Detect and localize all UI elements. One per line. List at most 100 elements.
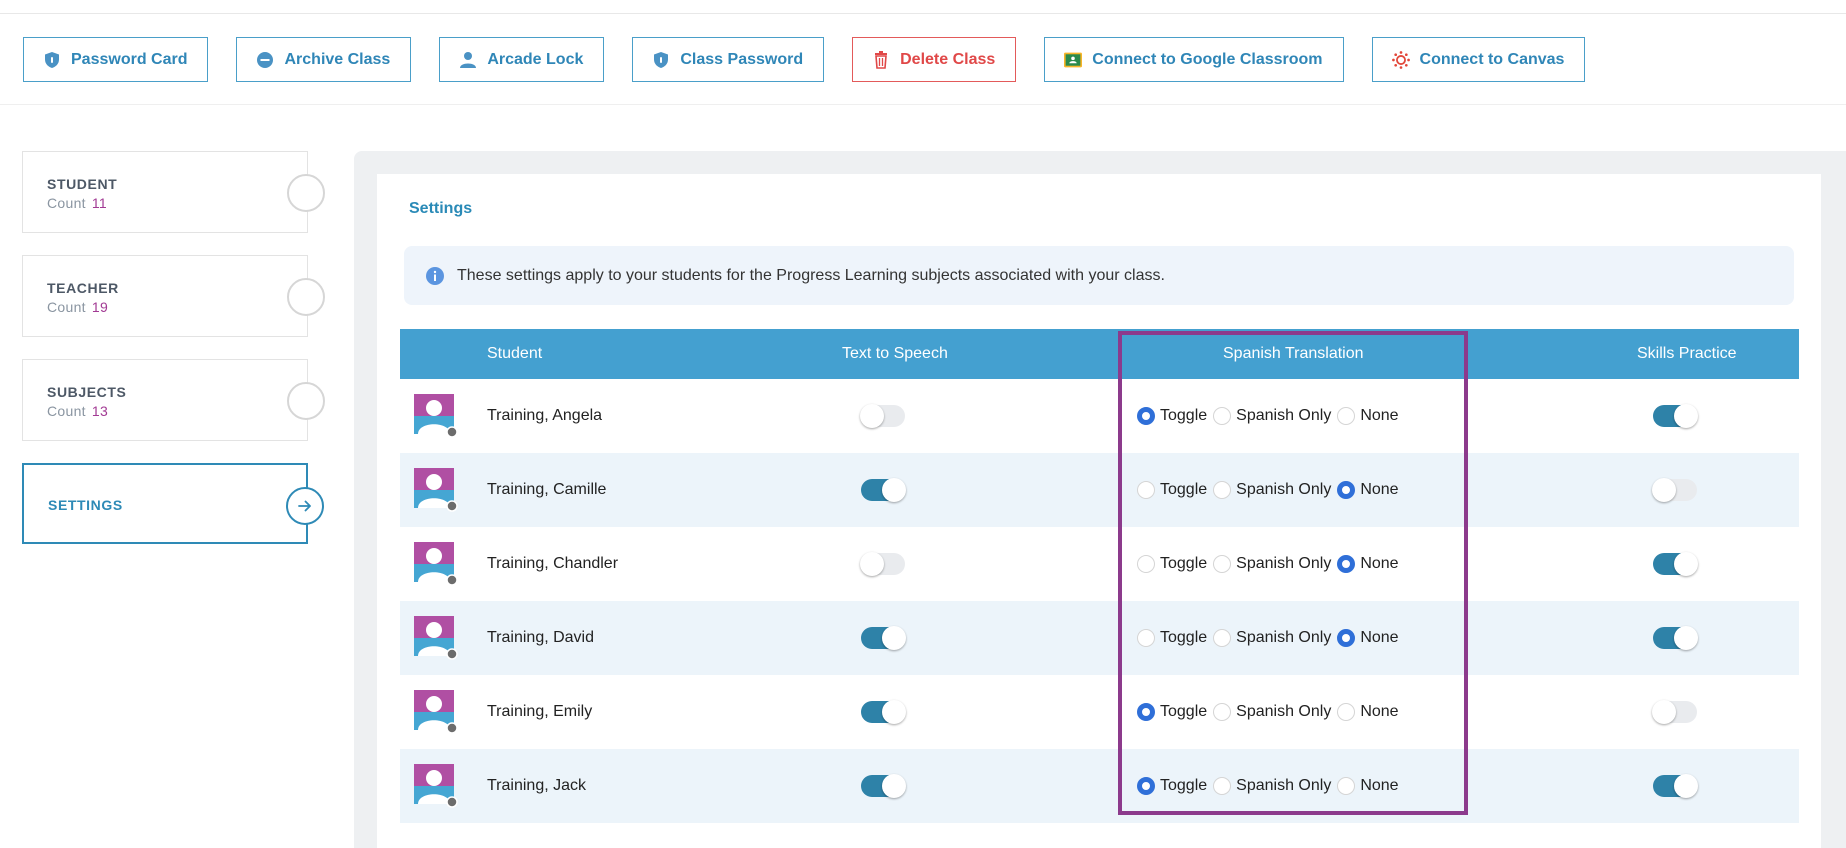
radio-button[interactable] bbox=[1137, 703, 1155, 721]
radio-option-spanish-only[interactable]: Spanish Only bbox=[1213, 703, 1331, 721]
radio-label: Toggle bbox=[1160, 777, 1208, 794]
sidebar-card-count: Count 13 bbox=[47, 403, 109, 419]
skills-practice-toggle[interactable] bbox=[1653, 552, 1698, 576]
text-to-speech-toggle[interactable] bbox=[861, 478, 906, 502]
table-header: Student Text to Speech Spanish Translati… bbox=[400, 329, 1799, 379]
toolbar-divider bbox=[0, 104, 1846, 105]
skills-practice-toggle[interactable] bbox=[1652, 478, 1697, 502]
skills-practice-toggle[interactable] bbox=[1653, 404, 1698, 428]
table-row: Training, Angela Toggle Spanish Only None bbox=[400, 379, 1799, 453]
sidebar-card-settings[interactable]: SETTINGS bbox=[22, 463, 324, 544]
skills-practice-toggle[interactable] bbox=[1653, 626, 1698, 650]
spanish-translation-radio-group: Toggle Spanish Only None bbox=[1137, 775, 1405, 797]
avatar bbox=[414, 616, 458, 660]
connect-to-canvas-button[interactable]: Connect to Canvas bbox=[1371, 37, 1586, 82]
radio-label: None bbox=[1360, 407, 1399, 424]
radio-option-toggle[interactable]: Toggle bbox=[1137, 777, 1207, 795]
radio-option-none[interactable]: None bbox=[1337, 407, 1399, 425]
radio-label: Spanish Only bbox=[1236, 481, 1332, 498]
class-toolbar: Password Card Archive Class Arcade Lock Cla… bbox=[23, 37, 1586, 82]
avatar bbox=[414, 542, 458, 586]
radio-option-toggle[interactable]: Toggle bbox=[1137, 555, 1207, 573]
radio-button[interactable] bbox=[1337, 407, 1356, 425]
radio-button[interactable] bbox=[1137, 555, 1155, 573]
radio-label: Spanish Only bbox=[1236, 777, 1332, 794]
radio-label: None bbox=[1360, 481, 1399, 498]
class-password-button[interactable]: Class Password bbox=[632, 37, 825, 82]
sidebar-card-title: TEACHER bbox=[47, 280, 119, 296]
text-to-speech-toggle[interactable] bbox=[861, 774, 906, 798]
delete-class-button[interactable]: Delete Class bbox=[852, 37, 1017, 82]
radio-option-spanish-only[interactable]: Spanish Only bbox=[1213, 555, 1331, 573]
radio-button[interactable] bbox=[1137, 777, 1155, 795]
radio-button[interactable] bbox=[1337, 555, 1356, 573]
toolbar-button-label: Archive Class bbox=[284, 50, 391, 68]
student-name: Training, Chandler bbox=[487, 555, 619, 572]
step-circle-icon bbox=[287, 278, 325, 316]
radio-option-toggle[interactable]: Toggle bbox=[1137, 407, 1207, 425]
radio-button[interactable] bbox=[1137, 629, 1155, 647]
radio-option-toggle[interactable]: Toggle bbox=[1137, 703, 1207, 721]
spanish-translation-radio-group: Toggle Spanish Only None bbox=[1137, 479, 1405, 501]
info-banner: These settings apply to your students fo… bbox=[404, 246, 1794, 305]
radio-label: None bbox=[1360, 629, 1399, 646]
password-card-button[interactable]: Password Card bbox=[23, 37, 209, 82]
text-to-speech-toggle[interactable] bbox=[860, 404, 905, 428]
text-to-speech-toggle[interactable] bbox=[860, 552, 905, 576]
radio-button[interactable] bbox=[1137, 407, 1155, 425]
radio-option-none[interactable]: None bbox=[1337, 481, 1399, 499]
radio-label: Toggle bbox=[1160, 481, 1208, 498]
radio-option-none[interactable]: None bbox=[1337, 555, 1399, 573]
radio-button[interactable] bbox=[1213, 629, 1232, 647]
table-row: Training, Camille Toggle Spanish Only None bbox=[400, 453, 1799, 527]
toolbar-button-label: Connect to Google Classroom bbox=[1092, 50, 1323, 68]
radio-label: Spanish Only bbox=[1236, 703, 1332, 720]
radio-option-spanish-only[interactable]: Spanish Only bbox=[1213, 777, 1331, 795]
archive-class-button[interactable]: Archive Class bbox=[236, 37, 412, 82]
arcade-lock-button[interactable]: Arcade Lock bbox=[439, 37, 605, 82]
radio-option-spanish-only[interactable]: Spanish Only bbox=[1213, 407, 1331, 425]
text-to-speech-toggle[interactable] bbox=[861, 626, 906, 650]
radio-button[interactable] bbox=[1337, 629, 1356, 647]
skills-practice-toggle[interactable] bbox=[1652, 700, 1697, 724]
student-name: Training, Angela bbox=[487, 407, 603, 424]
connect-to-google-classroom-button[interactable]: Connect to Google Classroom bbox=[1044, 37, 1344, 82]
avatar bbox=[414, 394, 458, 438]
text-to-speech-toggle[interactable] bbox=[861, 700, 906, 724]
step-circle-icon bbox=[287, 382, 325, 420]
toolbar-button-label: Connect to Canvas bbox=[1419, 50, 1565, 68]
column-header-spanish-translation: Spanish Translation bbox=[1223, 345, 1364, 362]
radio-label: Toggle bbox=[1160, 629, 1208, 646]
radio-button[interactable] bbox=[1213, 555, 1232, 573]
radio-label: None bbox=[1360, 703, 1399, 720]
radio-option-spanish-only[interactable]: Spanish Only bbox=[1213, 481, 1331, 499]
avatar bbox=[414, 764, 458, 808]
radio-button[interactable] bbox=[1337, 703, 1356, 721]
radio-option-none[interactable]: None bbox=[1337, 777, 1399, 795]
radio-button[interactable] bbox=[1213, 703, 1232, 721]
spanish-translation-radio-group: Toggle Spanish Only None bbox=[1137, 627, 1405, 649]
radio-button[interactable] bbox=[1213, 407, 1232, 425]
skills-practice-toggle[interactable] bbox=[1653, 774, 1698, 798]
radio-option-none[interactable]: None bbox=[1337, 703, 1399, 721]
sidebar-card-subjects[interactable]: SUBJECTS Count 13 bbox=[22, 359, 325, 441]
trash-icon bbox=[872, 50, 890, 69]
radio-button[interactable] bbox=[1337, 777, 1356, 795]
radio-option-toggle[interactable]: Toggle bbox=[1137, 629, 1207, 647]
radio-button[interactable] bbox=[1213, 481, 1232, 499]
radio-button[interactable] bbox=[1213, 777, 1232, 795]
sidebar-card-teacher[interactable]: TEACHER Count 19 bbox=[22, 255, 325, 337]
radio-option-spanish-only[interactable]: Spanish Only bbox=[1213, 629, 1331, 647]
radio-button[interactable] bbox=[1337, 481, 1356, 499]
top-divider bbox=[0, 13, 1846, 14]
table-row: Training, Jack Toggle Spanish Only None bbox=[400, 749, 1799, 823]
sidebar-card-student[interactable]: STUDENT Count 11 bbox=[22, 151, 325, 233]
radio-option-none[interactable]: None bbox=[1337, 629, 1399, 647]
spanish-translation-radio-group: Toggle Spanish Only None bbox=[1137, 553, 1405, 575]
user-icon bbox=[459, 51, 477, 69]
radio-button[interactable] bbox=[1137, 481, 1155, 499]
radio-option-toggle[interactable]: Toggle bbox=[1137, 481, 1207, 499]
column-header-text-to-speech: Text to Speech bbox=[842, 345, 948, 362]
toolbar-button-label: Password Card bbox=[71, 50, 188, 68]
google-classroom-icon bbox=[1064, 51, 1083, 69]
